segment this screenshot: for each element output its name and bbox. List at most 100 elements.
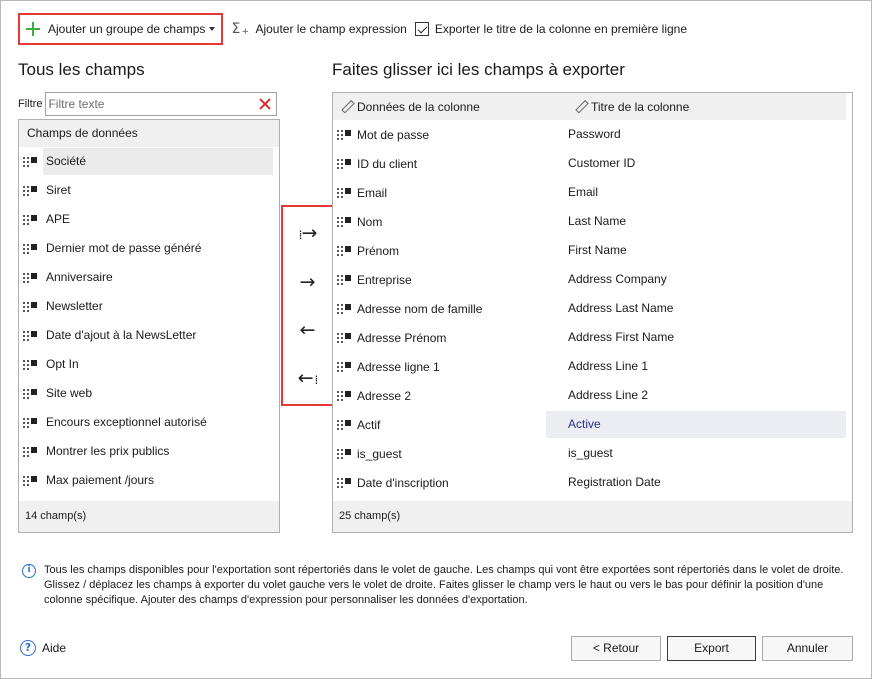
field-list-item[interactable]: Siret bbox=[19, 176, 279, 205]
drag-handle-icon[interactable] bbox=[337, 447, 351, 461]
field-label: Max paiement /jours bbox=[46, 473, 155, 487]
add-all-icon: ⁞→ bbox=[298, 222, 318, 244]
drag-handle-icon[interactable] bbox=[337, 360, 351, 374]
export-field-row[interactable]: Nom Last Name bbox=[333, 207, 852, 236]
drag-handle-icon[interactable] bbox=[23, 474, 37, 488]
pencil-icon bbox=[339, 98, 356, 115]
drag-handle-icon[interactable] bbox=[337, 418, 351, 432]
drag-handle-icon[interactable] bbox=[337, 128, 351, 142]
export-field-row[interactable]: Adresse Prénom Address First Name bbox=[333, 323, 852, 352]
column-title-cell[interactable]: Email bbox=[546, 179, 846, 206]
column-data-value: Nom bbox=[357, 214, 383, 229]
add-button[interactable]: → bbox=[283, 262, 332, 302]
filter-input[interactable] bbox=[46, 93, 277, 115]
drag-handle-icon[interactable] bbox=[23, 242, 37, 256]
column-title-cell[interactable]: Active bbox=[546, 411, 846, 438]
column-data-value: Adresse ligne 1 bbox=[357, 359, 440, 374]
field-list-item[interactable]: Anniversaire bbox=[19, 263, 279, 292]
drag-handle-icon[interactable] bbox=[23, 445, 37, 459]
field-list-item[interactable]: Newsletter bbox=[19, 292, 279, 321]
remove-button[interactable]: ← bbox=[283, 310, 332, 350]
add-all-button[interactable]: ⁞→ bbox=[283, 213, 332, 253]
column-title-cell[interactable]: Address Last Name bbox=[546, 295, 846, 322]
column-data-cell: Adresse nom de famille bbox=[333, 295, 546, 322]
drag-handle-icon[interactable] bbox=[337, 302, 351, 316]
column-title-cell[interactable]: is_guest bbox=[546, 440, 846, 467]
export-button[interactable]: Export bbox=[667, 636, 756, 661]
column-title-cell[interactable]: Address First Name bbox=[546, 324, 846, 351]
drag-handle-icon[interactable] bbox=[337, 186, 351, 200]
column-title-cell[interactable]: Address Line 1 bbox=[546, 353, 846, 380]
column-title-cell[interactable]: Password bbox=[546, 121, 846, 148]
drag-handle-icon[interactable] bbox=[337, 215, 351, 229]
column-title-cell[interactable]: Last Name bbox=[546, 208, 846, 235]
info-icon: i bbox=[22, 564, 36, 578]
export-field-row[interactable]: Date d'inscription Registration Date bbox=[333, 468, 852, 497]
drag-handle-icon[interactable] bbox=[23, 271, 37, 285]
close-icon[interactable] bbox=[259, 98, 271, 110]
export-fields-grid: Données de la colonne Titre de la colonn… bbox=[332, 92, 853, 533]
field-list-item[interactable]: Société bbox=[19, 147, 279, 176]
drag-handle-icon[interactable] bbox=[23, 184, 37, 198]
column-data-value: ID du client bbox=[357, 156, 418, 171]
column-title-cell[interactable]: First Name bbox=[546, 237, 846, 264]
drag-handle-icon[interactable] bbox=[23, 155, 37, 169]
add-expression-label: Ajouter le champ expression bbox=[255, 22, 407, 36]
drag-handle-icon[interactable] bbox=[337, 331, 351, 345]
export-field-row[interactable]: Adresse nom de famille Address Last Name bbox=[333, 294, 852, 323]
export-field-row[interactable]: Prénom First Name bbox=[333, 236, 852, 265]
export-title-checkbox-row[interactable]: Exporter le titre de la colonne en premi… bbox=[414, 22, 687, 36]
column-title-cell[interactable]: Address Line 2 bbox=[546, 382, 846, 409]
cancel-button[interactable]: Annuler bbox=[762, 636, 853, 661]
drag-handle-icon[interactable] bbox=[337, 157, 351, 171]
drag-handle-icon[interactable] bbox=[23, 329, 37, 343]
back-button[interactable]: < Retour bbox=[571, 636, 661, 661]
field-list-item[interactable]: Max paiement /jours bbox=[19, 466, 279, 495]
add-expression-button[interactable]: Σ + Ajouter le champ expression bbox=[231, 21, 406, 37]
export-field-row[interactable]: Entreprise Address Company bbox=[333, 265, 852, 294]
export-field-row[interactable]: Actif Active bbox=[333, 410, 852, 439]
drag-handle-icon[interactable] bbox=[23, 387, 37, 401]
remove-all-button[interactable]: ←⁞ bbox=[283, 358, 332, 398]
field-list-item[interactable]: Site web bbox=[19, 379, 279, 408]
help-link[interactable]: ? Aide bbox=[20, 640, 66, 656]
field-label: Date d'ajout à la NewsLetter bbox=[46, 328, 197, 342]
column-title-header[interactable]: Titre de la colonne bbox=[567, 100, 689, 114]
field-list-item[interactable]: APE bbox=[19, 205, 279, 234]
arrow-left-icon: ← bbox=[299, 319, 316, 341]
export-field-row[interactable]: ID du client Customer ID bbox=[333, 149, 852, 178]
field-list-item[interactable]: Montrer les prix publics bbox=[19, 437, 279, 466]
column-data-value: Adresse 2 bbox=[357, 388, 412, 403]
field-list-item[interactable]: Opt In bbox=[19, 350, 279, 379]
drag-handle-icon[interactable] bbox=[337, 476, 351, 490]
export-field-row[interactable]: Adresse 2 Address Line 2 bbox=[333, 381, 852, 410]
drag-handle-icon[interactable] bbox=[23, 213, 37, 227]
field-list-item[interactable]: Date d'ajout à la NewsLetter bbox=[19, 321, 279, 350]
drag-handle-icon[interactable] bbox=[23, 358, 37, 372]
export-title-checkbox[interactable] bbox=[414, 22, 429, 36]
grid-header: Données de la colonne Titre de la colonn… bbox=[333, 93, 846, 120]
drag-handle-icon[interactable] bbox=[23, 300, 37, 314]
column-data-value: is_guest bbox=[357, 446, 402, 461]
export-field-row[interactable]: is_guest is_guest bbox=[333, 439, 852, 468]
drag-handle-icon[interactable] bbox=[337, 244, 351, 258]
export-field-row[interactable]: Adresse ligne 1 Address Line 1 bbox=[333, 352, 852, 381]
field-list-item[interactable]: Encours exceptionnel autorisé bbox=[19, 408, 279, 437]
arrow-right-icon: → bbox=[299, 271, 316, 293]
column-data-header[interactable]: Données de la colonne bbox=[333, 100, 567, 114]
export-field-row[interactable]: Mot de passe Password bbox=[333, 120, 852, 149]
drag-handle-icon[interactable] bbox=[337, 389, 351, 403]
field-list-item[interactable]: Dernier mot de passe généré bbox=[19, 234, 279, 263]
column-title-cell[interactable]: Customer ID bbox=[546, 150, 846, 177]
add-field-group-button[interactable]: Ajouter un groupe de champs bbox=[18, 13, 224, 45]
column-data-cell: Adresse ligne 1 bbox=[333, 353, 546, 380]
column-title-cell[interactable]: Registration Date bbox=[546, 469, 846, 496]
column-data-cell: Prénom bbox=[333, 237, 546, 264]
drag-handle-icon[interactable] bbox=[337, 273, 351, 287]
export-field-row[interactable]: Email Email bbox=[333, 178, 852, 207]
info-message: i Tous les champs disponibles pour l'exp… bbox=[22, 563, 852, 608]
column-title-cell[interactable]: Address Company bbox=[546, 266, 846, 293]
drag-handle-icon[interactable] bbox=[23, 416, 37, 430]
toolbar: Ajouter un groupe de champs Σ + Ajouter l… bbox=[18, 13, 687, 45]
help-icon: ? bbox=[20, 640, 36, 656]
